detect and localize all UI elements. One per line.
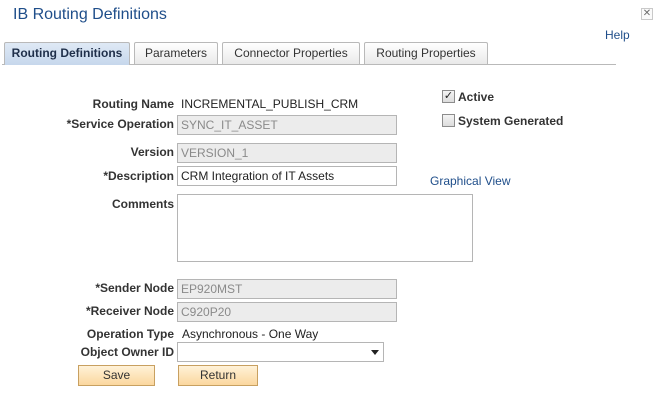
object-owner-id-label: Object Owner ID: [80, 345, 174, 359]
receiver-node-label: *Receiver Node: [85, 304, 174, 318]
close-icon[interactable]: ✕: [641, 8, 653, 20]
operation-type-label: Operation Type: [86, 327, 174, 341]
tab-connector-properties[interactable]: Connector Properties: [222, 42, 360, 64]
sender-node-label: *Sender Node: [95, 281, 174, 295]
service-operation-label: *Service Operation: [66, 117, 174, 131]
description-field[interactable]: CRM Integration of IT Assets: [177, 166, 397, 186]
operation-type-value: Asynchronous - One Way: [182, 327, 319, 341]
graphical-view-link[interactable]: Graphical View: [430, 174, 510, 188]
system-generated-checkbox-label: System Generated: [458, 114, 564, 128]
routing-name-value: INCREMENTAL_PUBLISH_CRM: [181, 97, 359, 111]
active-checkbox-label: Active: [458, 90, 495, 104]
service-operation-field: SYNC_IT_ASSET: [177, 115, 397, 135]
comments-label: Comments: [111, 197, 174, 211]
object-owner-id-select[interactable]: [177, 342, 384, 362]
version-label: Version: [130, 145, 174, 159]
chevron-down-icon[interactable]: [371, 350, 379, 355]
sender-node-field: EP920MST: [177, 279, 397, 299]
return-button[interactable]: Return: [178, 365, 258, 386]
active-checkbox[interactable]: ✓: [442, 90, 455, 103]
page-title: IB Routing Definitions: [13, 6, 167, 23]
routing-name-label: Routing Name: [92, 97, 174, 111]
comments-textarea[interactable]: [177, 194, 473, 262]
tab-routing-definitions[interactable]: Routing Definitions: [4, 42, 130, 65]
help-link[interactable]: Help: [605, 28, 630, 42]
system-generated-checkbox[interactable]: [442, 114, 455, 127]
tab-routing-properties[interactable]: Routing Properties: [364, 42, 488, 64]
description-label: *Description: [103, 169, 174, 183]
tab-parameters[interactable]: Parameters: [134, 42, 218, 64]
receiver-node-field: C920P20: [177, 302, 397, 322]
save-button[interactable]: Save: [78, 365, 155, 386]
version-field: VERSION_1: [177, 143, 397, 163]
